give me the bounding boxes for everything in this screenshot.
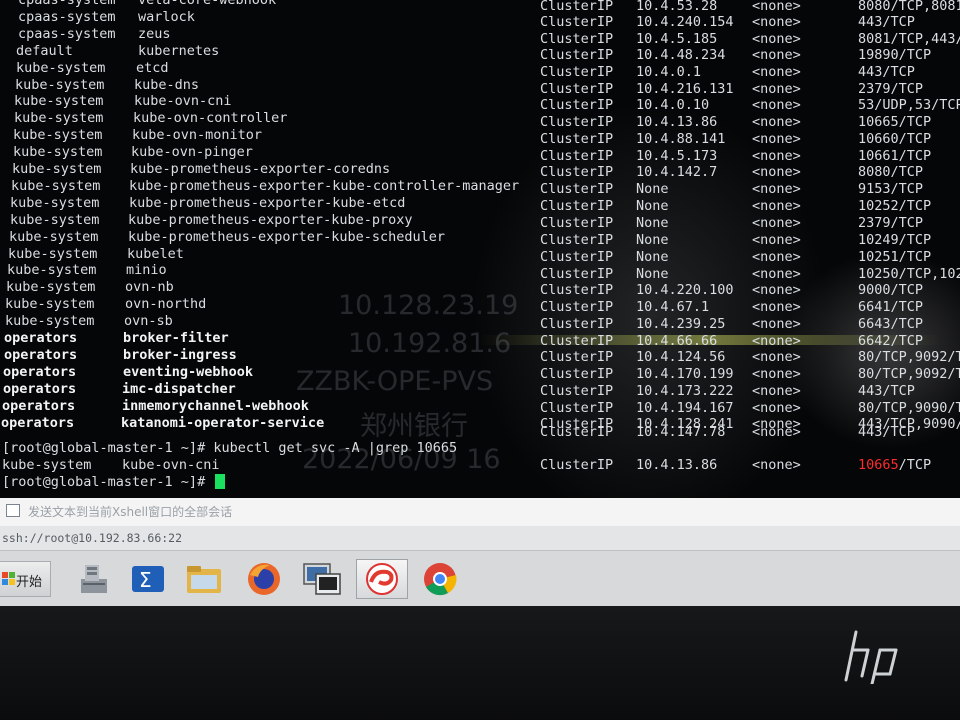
chrome-icon	[424, 563, 457, 596]
compose-input[interactable]: 发送文本到当前Xshell窗口的全部会话	[28, 503, 232, 520]
taskbar-xshell[interactable]	[356, 559, 408, 599]
xshell-status-area: 发送文本到当前Xshell窗口的全部会话 ssh://root@10.192.8…	[0, 498, 960, 550]
file-explorer-icon	[187, 566, 221, 593]
prompt-line[interactable]: [root@global-master-1 ~]#	[2, 474, 960, 491]
result-external-ip: <none>	[752, 457, 801, 473]
result-ip: 10.4.13.86	[636, 457, 718, 473]
taskbar-firefox[interactable]	[242, 559, 286, 599]
prompt-text: [root@global-master-1 ~]#	[2, 474, 226, 491]
watermark-ip-1: 10.128.23.19	[338, 290, 519, 321]
powershell-icon: Σ	[132, 566, 164, 592]
taskbar-remote-desktop[interactable]	[300, 559, 344, 599]
watermark-bank: 郑州银行	[360, 411, 468, 442]
terminal-cursor	[215, 474, 226, 489]
taskbar-chrome[interactable]	[418, 559, 462, 599]
terminal-window[interactable]: cpaas-system vela-core-webhook ClusterIP 10…	[0, 0, 960, 498]
network-tool-icon	[81, 565, 107, 593]
session-bar: ssh://root@10.192.83.66:22	[0, 526, 960, 550]
result-name: kube-ovn-cni	[122, 457, 220, 473]
service-type: ClusterIP	[540, 424, 614, 440]
firefox-icon	[248, 563, 280, 595]
result-port: 10665/TCP	[858, 457, 931, 474]
result-port-rest: /TCP	[898, 457, 932, 473]
session-address: ssh://root@10.192.83.66:22	[2, 531, 183, 545]
taskbar: 开始 Σ	[0, 550, 960, 607]
monitor-bezel	[0, 606, 960, 720]
xshell-icon	[366, 563, 398, 595]
cluster-ip: 10.4.147.78	[636, 424, 726, 440]
taskbar-file-explorer[interactable]	[182, 559, 226, 599]
compose-icon	[6, 504, 20, 517]
windows-flag-icon	[2, 572, 15, 585]
result-type: ClusterIP	[540, 457, 614, 473]
extra-right-row: ClusterIP 10.4.147.78 <none> 443/TCP	[0, 424, 960, 441]
hp-logo	[844, 630, 898, 684]
external-ip: <none>	[752, 424, 801, 440]
svg-text:Σ: Σ	[139, 568, 152, 592]
watermark-host: ZZBK-OPE-PVS	[296, 366, 494, 397]
ports: 443/TCP	[858, 424, 915, 440]
result-namespace: kube-system	[2, 457, 92, 473]
compose-bar[interactable]: 发送文本到当前Xshell窗口的全部会话	[0, 498, 960, 527]
watermark-ip-2: 10.192.81.6	[348, 328, 512, 359]
remote-desktop-icon	[303, 563, 341, 595]
start-label: 开始	[16, 575, 43, 590]
taskbar-powershell[interactable]: Σ	[126, 559, 170, 599]
result-port-highlight: 10665	[858, 457, 899, 473]
watermark-date: 2022/06/09 16	[302, 444, 501, 475]
start-button[interactable]: 开始	[0, 561, 51, 597]
taskbar-network-tool[interactable]	[72, 559, 116, 599]
